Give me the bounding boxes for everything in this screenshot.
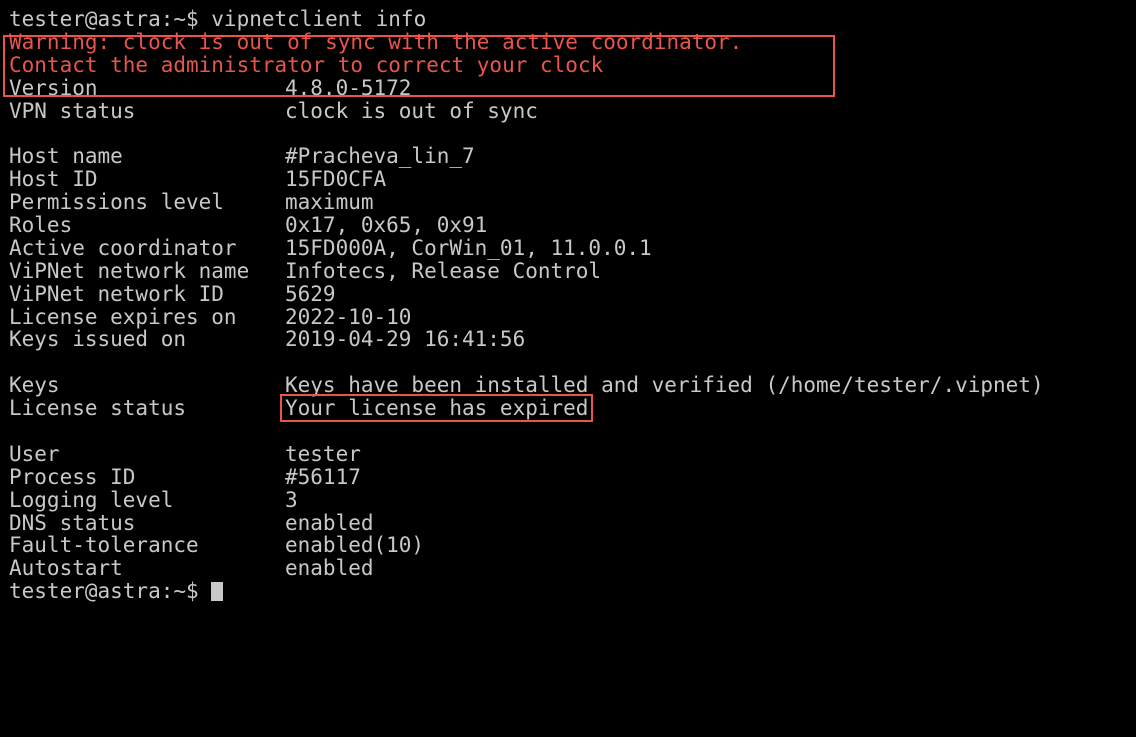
prompt-text: tester@astra:~$ (9, 579, 212, 604)
info-row-logging-level: Logging level 3 (9, 487, 1136, 512)
row-value: 3 (285, 487, 298, 512)
info-row-roles: Roles 0x17, 0x65, 0x91 (9, 214, 1136, 237)
row-value: enabled(10) (285, 533, 425, 558)
command-prompt-line: tester@astra:~$ vipnetclient info (9, 8, 1136, 31)
info-row-fault-tolerance: Fault-tolerance enabled(10) (9, 534, 1136, 557)
info-row-active-coordinator: Active coordinator 15FD000A, CorWin_01, 1… (9, 235, 1136, 260)
row-value: maximum (285, 190, 374, 215)
row-value: 5629 (285, 281, 336, 306)
row-value: and verified (/home/tester/.vipnet) (588, 373, 1044, 398)
row-key: ViPNet network name (9, 258, 250, 283)
row-key: User (9, 441, 60, 466)
row-key: Autostart (9, 556, 123, 581)
row-value: enabled (285, 510, 374, 535)
info-row-network-name: ViPNet network name Infotecs, Release Con… (9, 258, 1136, 283)
info-row-license-expires: License expires on 2022-10-10 (9, 304, 1136, 329)
row-value: tester (285, 441, 361, 466)
row-key: Fault-tolerance (9, 533, 199, 558)
row-key: License expires on (9, 304, 237, 329)
row-key: Roles (9, 213, 73, 238)
row-key: License status (9, 396, 187, 421)
row-key: Keys (9, 373, 60, 398)
info-row-user: User tester (9, 441, 1136, 466)
text-cursor (211, 582, 224, 602)
row-value: #Pracheva_lin_7 (285, 144, 475, 169)
command-text: tester@astra:~$ vipnetclient info (9, 7, 427, 31)
info-row-vpn-status: VPN status clock is out of sync (9, 98, 1136, 123)
row-key: Logging level (9, 487, 174, 512)
row-value: 4.8.0-5172 (285, 75, 412, 100)
row-key: Host ID (9, 167, 98, 192)
row-value: Infotecs, Release Control (285, 258, 602, 283)
info-row-process-id: Process ID #56117 (9, 464, 1136, 489)
warning-line-1: Warning: clock is out of sync with the a… (9, 29, 743, 54)
row-key: Process ID (9, 464, 136, 489)
info-row-autostart: Autostart enabled (9, 557, 1136, 580)
row-key: Keys issued on (9, 327, 187, 352)
terminal-window[interactable]: tester@astra:~$ vipnetclient info Warnin… (0, 0, 1136, 737)
row-value: enabled (285, 556, 374, 581)
row-key: Version (9, 75, 98, 100)
row-key: Host name (9, 144, 123, 169)
command-prompt-line[interactable]: tester@astra:~$ (9, 580, 1136, 603)
info-row-host-name: Host name #Pracheva_lin_7 (9, 145, 1136, 168)
warning-line-2: Contact the administrator to correct you… (9, 52, 604, 77)
row-value: 2019-04-29 16:41:56 (285, 327, 526, 352)
row-key: Active coordinator (9, 235, 237, 260)
license-expired-highlight: Your license has expired (280, 394, 594, 423)
row-value: clock is out of sync (285, 98, 538, 123)
info-row-version: Version 4.8.0-5172 (9, 75, 1136, 100)
row-key: DNS status (9, 510, 136, 535)
info-row-permissions: Permissions level maximum (9, 191, 1136, 214)
info-row-host-id: Host ID 15FD0CFA (9, 168, 1136, 191)
row-key: ViPNet network ID (9, 281, 224, 306)
info-row-license-status: License status Your license has expired (9, 394, 1136, 423)
row-value: 15FD000A, CorWin_01, 11.0.0.1 (285, 235, 652, 260)
info-row-keys-issued: Keys issued on 2019-04-29 16:41:56 (9, 328, 1136, 351)
row-value: #56117 (285, 464, 361, 489)
row-key: VPN status (9, 98, 136, 123)
info-row-network-id: ViPNet network ID 5629 (9, 281, 1136, 306)
row-key: Permissions level (9, 190, 224, 215)
row-value: 0x17, 0x65, 0x91 (285, 213, 488, 238)
info-row-dns-status: DNS status enabled (9, 510, 1136, 535)
row-value: 15FD0CFA (285, 167, 387, 192)
row-value: 2022-10-10 (285, 304, 412, 329)
